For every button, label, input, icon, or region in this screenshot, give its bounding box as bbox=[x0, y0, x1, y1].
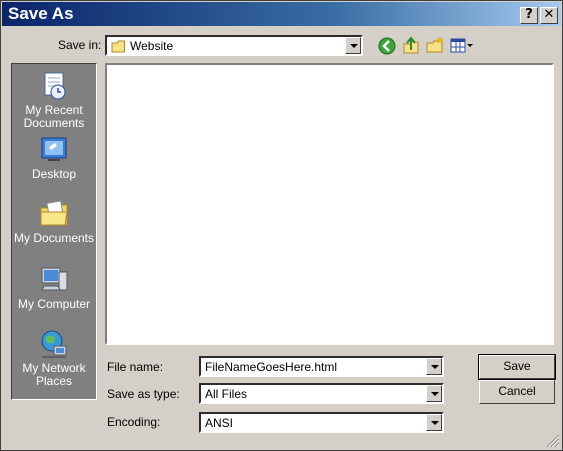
place-recent-documents[interactable]: My Recent Documents bbox=[12, 70, 96, 130]
close-button[interactable]: ✕ bbox=[540, 7, 558, 24]
chevron-down-icon[interactable] bbox=[345, 37, 361, 54]
save-as-dialog: Save As ? ✕ Save in: Website My Recent D… bbox=[0, 0, 563, 451]
chevron-down-icon[interactable] bbox=[426, 385, 442, 402]
file-list[interactable] bbox=[105, 63, 554, 345]
help-button[interactable]: ? bbox=[520, 7, 538, 24]
up-folder-icon[interactable] bbox=[401, 36, 421, 56]
place-my-computer[interactable]: My Computer bbox=[12, 264, 96, 311]
title-bar[interactable]: Save As ? ✕ bbox=[2, 2, 561, 26]
place-desktop[interactable]: Desktop bbox=[12, 134, 96, 181]
chevron-down-icon[interactable] bbox=[426, 414, 442, 431]
place-label: My Recent Documents bbox=[23, 103, 85, 130]
new-folder-icon[interactable] bbox=[425, 36, 445, 56]
recent-documents-icon bbox=[44, 72, 66, 100]
place-label: My Documents bbox=[13, 231, 95, 245]
desktop-icon bbox=[41, 137, 67, 161]
cancel-button[interactable]: Cancel bbox=[479, 380, 555, 404]
encoding-value: ANSI bbox=[205, 416, 234, 430]
save-in-label: Save in: bbox=[58, 38, 102, 52]
save-as-type-label: Save as type: bbox=[107, 387, 180, 401]
resize-grip-icon[interactable] bbox=[546, 434, 560, 448]
save-in-combo[interactable]: Website bbox=[105, 35, 363, 56]
save-in-value: Website bbox=[130, 39, 174, 53]
place-label: My Computer bbox=[17, 297, 91, 311]
save-as-type-combo[interactable]: All Files bbox=[199, 383, 444, 404]
save-as-type-value: All Files bbox=[205, 387, 248, 401]
chevron-down-icon[interactable] bbox=[426, 358, 442, 375]
place-my-documents[interactable]: My Documents bbox=[12, 198, 96, 245]
save-button[interactable]: Save bbox=[478, 354, 556, 380]
place-label: My Network Places bbox=[22, 361, 86, 388]
folder-icon bbox=[111, 40, 125, 53]
views-menu-icon[interactable] bbox=[449, 36, 475, 56]
places-bar: My Recent Documents Desktop My Documents bbox=[11, 63, 97, 400]
my-documents-icon bbox=[40, 200, 68, 226]
back-icon[interactable] bbox=[377, 36, 397, 56]
my-computer-icon bbox=[41, 267, 68, 291]
file-name-label: File name: bbox=[107, 360, 164, 374]
file-name-value[interactable]: FileNameGoesHere.html bbox=[205, 360, 337, 374]
encoding-label: Encoding: bbox=[107, 415, 161, 429]
place-network-places[interactable]: My Network Places bbox=[12, 328, 96, 388]
network-places-icon bbox=[41, 330, 67, 358]
file-name-combo[interactable]: FileNameGoesHere.html bbox=[199, 356, 444, 377]
place-label: Desktop bbox=[31, 167, 77, 181]
window-title: Save As bbox=[8, 4, 74, 23]
encoding-combo[interactable]: ANSI bbox=[199, 412, 444, 433]
